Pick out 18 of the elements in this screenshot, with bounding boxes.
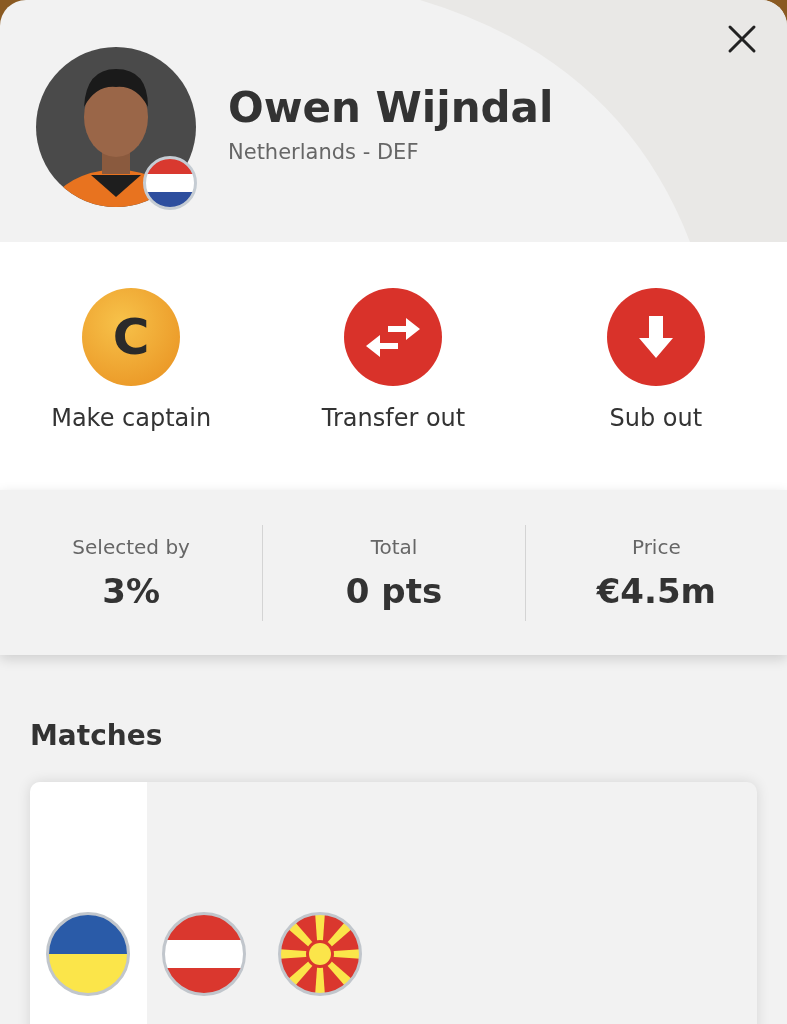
stat-label: Selected by bbox=[72, 534, 190, 559]
striped-flag-icon bbox=[162, 912, 246, 996]
stat-label: Price bbox=[631, 534, 681, 559]
close-button[interactable] bbox=[727, 24, 757, 54]
player-position: Netherlands - DEF bbox=[228, 139, 420, 164]
captain-action-button[interactable]: C Make captain bbox=[0, 288, 263, 432]
transfer-action-button[interactable]: Transfer out bbox=[262, 288, 525, 432]
section-title: Matches bbox=[30, 719, 164, 752]
stat-label: Total bbox=[370, 534, 418, 559]
player-name: Owen Wijndal bbox=[228, 82, 554, 132]
netherlands-flag-icon bbox=[142, 155, 198, 211]
sub-action-button[interactable]: Sub out bbox=[524, 288, 787, 432]
captain-icon: C bbox=[82, 288, 181, 386]
stat-value: €4.5m bbox=[596, 570, 716, 611]
stat-value: 0 pts bbox=[345, 570, 443, 611]
striped-flag-icon bbox=[46, 912, 130, 996]
swap-arrows-icon bbox=[344, 288, 443, 386]
stat-value: 3% bbox=[102, 570, 161, 611]
